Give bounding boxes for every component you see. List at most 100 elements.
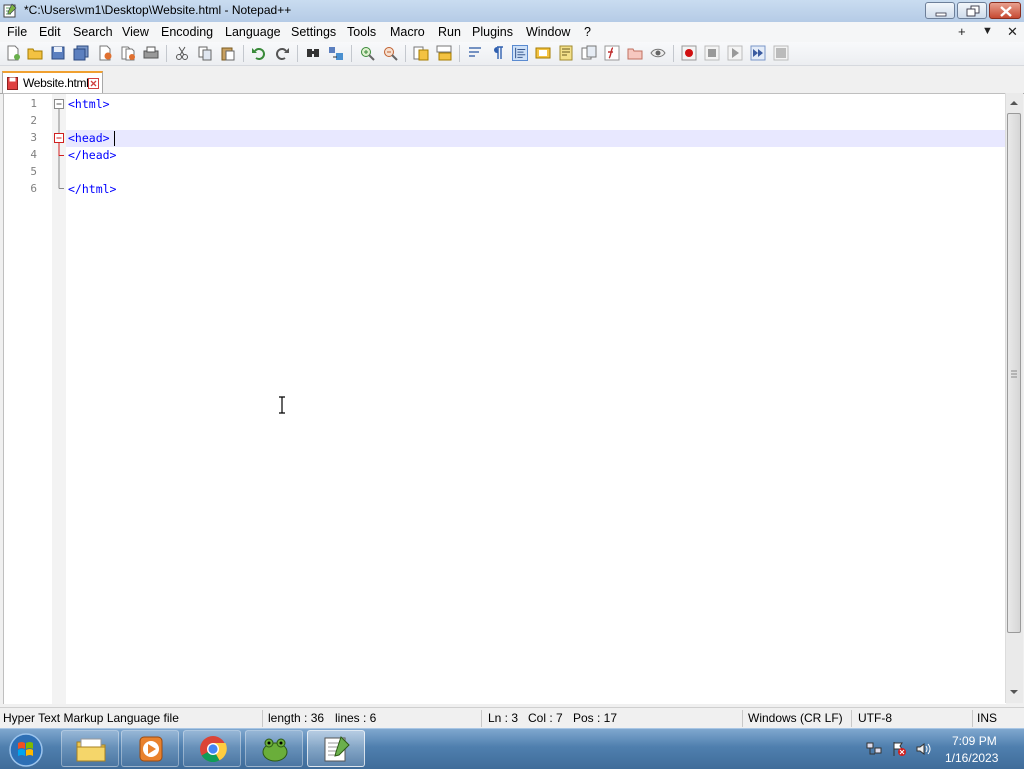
volume-icon[interactable]: [915, 741, 931, 757]
open-file-icon[interactable]: [27, 45, 43, 61]
frog-app-icon: [262, 738, 288, 762]
tab-close-icon[interactable]: [88, 78, 99, 89]
menu-run[interactable]: Run: [438, 25, 461, 39]
unsaved-file-icon: [7, 77, 18, 90]
status-bar: Hyper Text Markup Language file length :…: [0, 707, 1024, 729]
restore-button[interactable]: [957, 2, 987, 19]
taskbar-python-idle-button[interactable]: [245, 730, 303, 767]
menu-macro[interactable]: Macro: [390, 25, 425, 39]
media-player-icon: [139, 736, 163, 762]
close-document-icon[interactable]: ✕: [1007, 24, 1018, 40]
save-icon[interactable]: [50, 45, 66, 61]
run-macro-multiple-icon[interactable]: [750, 45, 766, 61]
fold-margin: [52, 94, 66, 704]
action-center-flag-icon[interactable]: [891, 741, 907, 757]
taskbar-media-player-button[interactable]: [121, 730, 179, 767]
cut-icon[interactable]: [174, 45, 190, 61]
start-recording-icon[interactable]: [681, 45, 697, 61]
document-map-icon[interactable]: [558, 45, 574, 61]
menu-edit[interactable]: Edit: [39, 25, 61, 39]
status-col: Col : 7: [528, 711, 563, 725]
taskbar-chrome-button[interactable]: [183, 730, 241, 767]
line-number-margin: 1 2 3 4 5 6: [4, 94, 52, 704]
line-number: 4: [30, 148, 37, 161]
code-area[interactable]: <html> <head> </head> </html>: [66, 94, 1006, 704]
taskbar-explorer-button[interactable]: [61, 730, 119, 767]
network-icon[interactable]: [866, 741, 882, 757]
editor-pane[interactable]: 1 2 3 4 5 6 <html> <head> </head> </html…: [3, 93, 1006, 704]
undo-icon[interactable]: [251, 45, 267, 61]
close-icon: [1000, 6, 1012, 17]
menu-tools[interactable]: Tools: [347, 25, 376, 39]
menu-help[interactable]: ?: [584, 25, 591, 39]
monitoring-eye-icon[interactable]: [650, 45, 666, 61]
playback-icon[interactable]: [727, 45, 743, 61]
indent-guide-icon[interactable]: [512, 45, 528, 61]
status-encoding[interactable]: UTF-8: [858, 711, 892, 725]
menu-settings[interactable]: Settings: [291, 25, 336, 39]
paste-icon[interactable]: [220, 45, 236, 61]
status-ln: Ln : 3: [488, 711, 519, 725]
document-list-icon[interactable]: [581, 45, 597, 61]
find-icon[interactable]: [305, 45, 321, 61]
zoom-in-icon[interactable]: [359, 45, 375, 61]
status-separator: [481, 710, 482, 727]
function-list-icon[interactable]: [604, 45, 620, 61]
menu-search[interactable]: Search: [73, 25, 113, 39]
line-number: 3: [30, 131, 37, 144]
new-tab-plus-icon[interactable]: +: [958, 24, 966, 39]
restore-icon: [966, 5, 980, 17]
taskbar-notepad-plus-plus-button[interactable]: [307, 730, 365, 767]
menu-window[interactable]: Window: [526, 25, 570, 39]
scrollbar-thumb[interactable]: [1007, 113, 1021, 633]
code-line: </html>: [68, 182, 117, 196]
scroll-down-arrow-icon[interactable]: [1009, 687, 1019, 697]
new-file-icon[interactable]: [5, 45, 21, 61]
save-macro-icon[interactable]: [773, 45, 789, 61]
toolbar-separator: [297, 45, 298, 62]
save-all-icon[interactable]: [73, 45, 89, 61]
sync-horizontal-icon[interactable]: [436, 45, 452, 61]
copy-icon[interactable]: [197, 45, 213, 61]
status-lines: lines : 6: [335, 711, 377, 725]
code-line: </head>: [68, 148, 117, 162]
toolbar-separator: [673, 45, 674, 62]
menu-language[interactable]: Language: [225, 25, 281, 39]
vertical-scrollbar[interactable]: [1005, 93, 1023, 703]
text-caret: [114, 131, 115, 146]
tab-website-html[interactable]: Website.html: [2, 71, 103, 93]
tab-list-dropdown-icon[interactable]: ▼: [982, 25, 993, 37]
stop-recording-icon[interactable]: [704, 45, 720, 61]
menu-file[interactable]: File: [7, 25, 27, 39]
notepad-plus-plus-icon: [324, 736, 350, 762]
status-eol[interactable]: Windows (CR LF): [748, 711, 843, 725]
windows-start-button-icon[interactable]: [5, 731, 45, 767]
toolbar-separator: [405, 45, 406, 62]
show-all-characters-icon[interactable]: [490, 45, 506, 61]
word-wrap-icon[interactable]: [467, 45, 483, 61]
close-file-icon[interactable]: [97, 45, 113, 61]
line-number: 1: [30, 97, 37, 110]
redo-icon[interactable]: [274, 45, 290, 61]
zoom-out-icon[interactable]: [382, 45, 398, 61]
folder-as-workspace-icon[interactable]: [627, 45, 643, 61]
menu-view[interactable]: View: [122, 25, 149, 39]
user-defined-language-icon[interactable]: [535, 45, 551, 61]
menu-plugins[interactable]: Plugins: [472, 25, 513, 39]
status-separator: [851, 710, 852, 727]
status-pos: Pos : 17: [573, 711, 618, 725]
line-number: 2: [30, 114, 37, 127]
close-all-icon[interactable]: [120, 45, 136, 61]
sync-vertical-icon[interactable]: [413, 45, 429, 61]
status-insert-mode[interactable]: INS: [977, 711, 997, 725]
menu-encoding[interactable]: Encoding: [161, 25, 213, 39]
print-icon[interactable]: [143, 45, 159, 61]
status-file-type: Hyper Text Markup Language file: [3, 711, 179, 725]
clock-date[interactable]: 1/16/2023: [945, 751, 998, 765]
status-length: length : 36: [268, 711, 325, 725]
minimize-button[interactable]: [925, 2, 955, 19]
scroll-up-arrow-icon[interactable]: [1009, 98, 1019, 108]
clock-time[interactable]: 7:09 PM: [952, 734, 997, 748]
replace-icon[interactable]: [328, 45, 344, 61]
close-window-button[interactable]: [989, 2, 1021, 19]
